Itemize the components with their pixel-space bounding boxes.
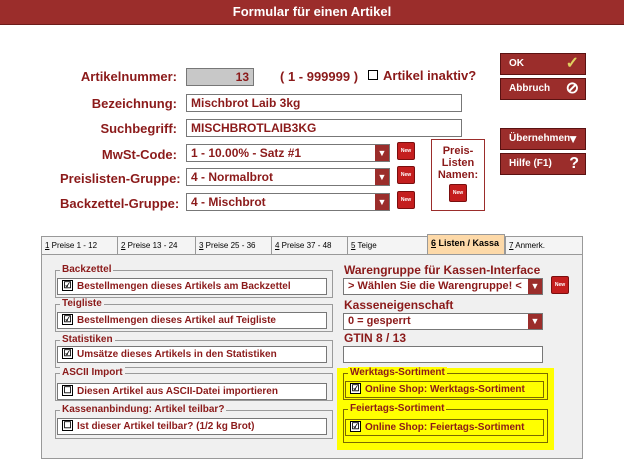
statistiken-checkbox[interactable]: ☑ Umsätze dieses Artikels in den Statisti… <box>57 346 327 363</box>
kassenanbindung-checkbox[interactable]: ☐ Ist dieser Artikel teilbar? (1/2 kg Bro… <box>57 418 327 435</box>
backzettel-group-title: Backzettel <box>60 264 114 276</box>
hilfe-button[interactable]: Hilfe (F1)? <box>500 153 586 175</box>
artikel-inaktiv-checkbox[interactable] <box>368 70 378 80</box>
warengruppe-select[interactable]: > Wählen Sie die Warengruppe! < ▼ <box>343 278 543 295</box>
kasseneigenschaft-select[interactable]: 0 = gesperrt ▼ <box>343 313 543 330</box>
mwst-label: MwSt-Code: <box>101 147 177 162</box>
suchbegriff-field[interactable]: MISCHBROTLAIB3KG <box>186 119 462 137</box>
checkmark-icon: ✓ <box>565 55 579 72</box>
preislisten-namen-new-button[interactable]: New <box>449 184 467 202</box>
mwst-new-button[interactable]: New <box>397 142 415 160</box>
kasseneigenschaft-value: 0 = gesperrt <box>348 315 411 327</box>
backzettel-checkbox-label: Bestellmengen dieses Artikels am Backzet… <box>77 281 291 292</box>
artikelnummer-range: ( 1 - 999999 ) <box>280 69 359 84</box>
cancel-icon: ⊘ <box>565 80 579 97</box>
uebernehmen-label: Übernehmen <box>509 133 571 144</box>
werktags-group-title: Werktags-Sortiment <box>348 367 447 379</box>
ascii-checkbox[interactable]: ☐ Diesen Artikel aus ASCII-Datei importie… <box>57 383 327 400</box>
werktags-checkbox-label: Online Shop: Werktags-Sortiment <box>365 384 525 395</box>
preislisten-new-button[interactable]: New <box>397 166 415 184</box>
kassenanbindung-checkbox-label: Ist dieser Artikel teilbar? (1/2 kg Brot… <box>77 421 255 432</box>
tab-listen-kassa[interactable]: 6 Listen / Kassa <box>427 234 505 254</box>
kasseneigenschaft-label: Kasseneigenschaft <box>344 298 454 312</box>
checkbox-checked-icon: ☑ <box>62 347 73 359</box>
backzettel-label: Backzettel-Gruppe: <box>60 196 180 211</box>
tab-anmerk[interactable]: 7 Anmerk. <box>505 236 583 254</box>
chevron-down-icon[interactable]: ▼ <box>375 194 389 210</box>
ok-label: OK <box>509 58 524 69</box>
feiertags-group-title: Feiertags-Sortiment <box>348 403 447 415</box>
feiertags-checkbox[interactable]: ☑ Online Shop: Feiertags-Sortiment <box>345 419 544 436</box>
hilfe-label: Hilfe (F1) <box>509 158 552 169</box>
ascii-group-title: ASCII Import <box>60 367 125 379</box>
checkbox-checked-icon: ☑ <box>350 420 361 432</box>
warengruppe-value: > Wählen Sie die Warengruppe! < <box>348 280 522 292</box>
mwst-value: 1 - 10.00% - Satz #1 <box>191 146 302 160</box>
mwst-select[interactable]: 1 - 10.00% - Satz #1 ▼ <box>186 144 390 162</box>
checkbox-checked-icon: ☑ <box>62 313 73 325</box>
preislisten-namen-box: Preis- Listen Namen: New <box>431 139 485 211</box>
teigliste-checkbox[interactable]: ☑ Bestellmengen dieses Artikel auf Teigli… <box>57 312 327 329</box>
kassenanbindung-group-title: Kassenanbindung: Artikel teilbar? <box>60 404 227 416</box>
help-icon: ? <box>569 155 579 172</box>
checkbox-checked-icon: ☑ <box>350 382 361 394</box>
abbruch-button[interactable]: Abbruch ⊘ <box>500 78 586 100</box>
chevron-down-icon[interactable]: ▼ <box>375 169 389 185</box>
werktags-checkbox[interactable]: ☑ Online Shop: Werktags-Sortiment <box>345 381 544 398</box>
artikelnummer-field[interactable]: 13 <box>186 68 254 86</box>
tab-preise-13-24[interactable]: 2 Preise 13 - 24 <box>117 236 195 254</box>
backzettel-select[interactable]: 4 - Mischbrot ▼ <box>186 193 390 211</box>
gtin-label: GTIN 8 / 13 <box>344 331 407 345</box>
gtin-field[interactable] <box>343 346 543 363</box>
chevron-down-icon[interactable]: ▼ <box>528 314 542 329</box>
arrow-down-icon: ▼ <box>567 132 579 146</box>
ascii-checkbox-label: Diesen Artikel aus ASCII-Datei importier… <box>77 386 278 397</box>
bezeichnung-field[interactable]: Mischbrot Laib 3kg <box>186 94 462 112</box>
teigliste-checkbox-label: Bestellmengen dieses Artikel auf Teiglis… <box>77 315 276 326</box>
preislisten-namen-line3: Namen: <box>437 169 479 181</box>
preislisten-namen-line1: Preis- <box>442 145 474 157</box>
checkbox-checked-icon: ☑ <box>62 279 73 291</box>
chevron-down-icon[interactable]: ▼ <box>528 279 542 294</box>
artikel-inaktiv-label: Artikel inaktiv? <box>383 68 477 83</box>
chevron-down-icon[interactable]: ▼ <box>375 145 389 161</box>
preislisten-namen-line2: Listen <box>441 157 475 169</box>
artikelnummer-label: Artikelnummer: <box>80 69 177 84</box>
warengruppe-new-button[interactable]: New <box>551 276 569 294</box>
teigliste-group-title: Teigliste <box>60 298 104 310</box>
backzettel-checkbox[interactable]: ☑ Bestellmengen dieses Artikels am Backze… <box>57 278 327 295</box>
feiertags-checkbox-label: Online Shop: Feiertags-Sortiment <box>365 422 525 433</box>
tab-preise-37-48[interactable]: 4 Preise 37 - 48 <box>271 236 347 254</box>
suchbegriff-label: Suchbegriff: <box>100 121 177 136</box>
preislisten-select[interactable]: 4 - Normalbrot ▼ <box>186 168 390 186</box>
preislisten-label: Preislisten-Gruppe: <box>60 171 181 186</box>
checkbox-unchecked-icon: ☐ <box>62 384 73 396</box>
preislisten-value: 4 - Normalbrot <box>191 170 274 184</box>
statistiken-group-title: Statistiken <box>60 334 115 346</box>
backzettel-value: 4 - Mischbrot <box>191 195 266 209</box>
warengruppe-label: Warengruppe für Kassen-Interface <box>344 263 541 277</box>
tab-preise-25-36[interactable]: 3 Preise 25 - 36 <box>195 236 271 254</box>
backzettel-new-button[interactable]: New <box>397 191 415 209</box>
statistiken-checkbox-label: Umsätze dieses Artikels in den Statistik… <box>77 349 277 360</box>
uebernehmen-button[interactable]: Übernehmen ▼ <box>500 128 586 150</box>
tab-teige[interactable]: 5 Teige <box>347 236 427 254</box>
checkbox-unchecked-icon: ☐ <box>62 419 73 431</box>
bezeichnung-label: Bezeichnung: <box>91 96 177 111</box>
window-title: Formular für einen Artikel <box>0 0 624 25</box>
tab-preise-1-12[interactable]: 1 Preise 1 - 12 <box>41 236 117 254</box>
abbruch-label: Abbruch <box>509 83 551 94</box>
ok-button[interactable]: OK ✓ <box>500 53 586 75</box>
